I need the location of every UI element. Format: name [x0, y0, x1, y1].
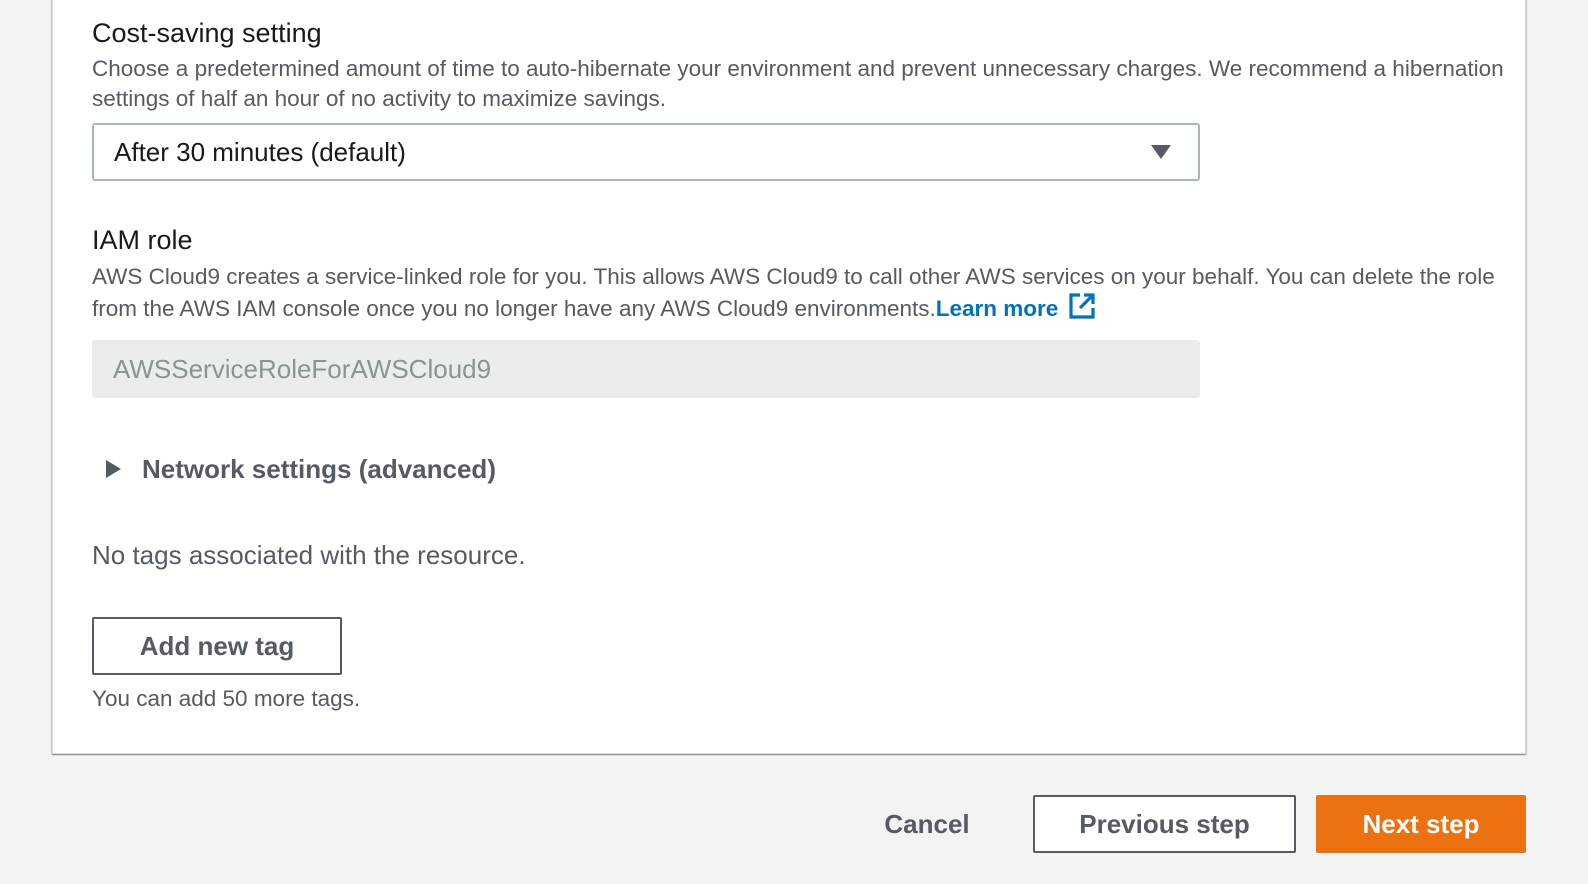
- learn-more-link[interactable]: Learn more: [935, 293, 1097, 321]
- network-settings-label: Network settings (advanced): [142, 453, 496, 484]
- iam-role-description-block: AWS Cloud9 creates a service-linked role…: [92, 261, 1512, 328]
- cost-saving-selected-value: After 30 minutes (default): [114, 137, 406, 167]
- caret-down-icon: [1151, 145, 1171, 159]
- cancel-button[interactable]: Cancel: [868, 806, 986, 842]
- cost-saving-select[interactable]: After 30 minutes (default): [92, 123, 1200, 181]
- next-step-button[interactable]: Next step: [1316, 795, 1526, 853]
- iam-role-label: IAM role: [92, 225, 193, 255]
- network-settings-expander[interactable]: Network settings (advanced): [100, 450, 496, 488]
- cost-saving-description: Choose a predetermined amount of time to…: [92, 56, 1504, 111]
- previous-step-button[interactable]: Previous step: [1033, 795, 1296, 853]
- add-new-tag-button[interactable]: Add new tag: [92, 617, 342, 675]
- iam-role-field: AWSServiceRoleForAWSCloud9: [92, 340, 1200, 398]
- cost-saving-label: Cost-saving setting: [92, 18, 322, 48]
- learn-more-label: Learn more: [935, 296, 1059, 321]
- iam-role-description: AWS Cloud9 creates a service-linked role…: [92, 264, 1495, 321]
- caret-right-icon: [106, 460, 121, 478]
- iam-role-value: AWSServiceRoleForAWSCloud9: [113, 354, 492, 384]
- no-tags-text: No tags associated with the resource.: [92, 540, 526, 570]
- tag-limit-text: You can add 50 more tags.: [92, 686, 361, 711]
- external-link-icon: [1068, 292, 1096, 328]
